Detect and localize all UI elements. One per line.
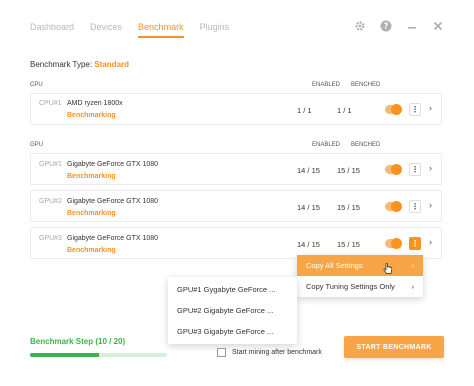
menu-item-label: Copy All Settings <box>306 261 363 270</box>
tab-devices[interactable]: Devices <box>90 22 122 38</box>
start-mining-checkbox[interactable] <box>217 348 226 357</box>
toggle-knob <box>391 201 402 212</box>
menu-item-copy-tuning-settings[interactable]: Copy Tuning Settings Only › <box>297 276 423 297</box>
top-nav: Dashboard Devices Benchmark Plugins <box>30 22 229 38</box>
window-controls: ? <box>354 20 444 32</box>
submenu-item-gpu1[interactable]: GPU#1 Gygabyte GeForce ... <box>168 279 297 300</box>
device-benched-count: 1 / 1 <box>337 106 352 115</box>
toggle-knob <box>391 104 402 115</box>
progress-fill <box>30 353 99 357</box>
device-enabled-count: 14 / 15 <box>297 166 320 175</box>
device-id: CPU#1 <box>39 100 62 107</box>
device-enabled-count: 14 / 15 <box>297 240 320 249</box>
menu-item-label: Copy Tuning Settings Only <box>306 282 395 291</box>
copy-target-submenu: GPU#1 Gygabyte GeForce ... GPU#2 Gigabyt… <box>168 277 297 344</box>
gpu-section-header: GPU ENABLED BENCHED <box>30 142 442 148</box>
device-enabled-count: 14 / 15 <box>297 203 320 212</box>
device-enabled-count: 1 / 1 <box>297 106 312 115</box>
device-name: Gigabyte GeForce GTX 1080 <box>67 235 159 242</box>
start-mining-label: Start mining after benchmark <box>232 349 322 356</box>
toggle-knob <box>391 164 402 175</box>
gpu-header-enabled: ENABLED <box>312 142 341 148</box>
gear-icon[interactable] <box>354 20 366 32</box>
device-row-gpu1: GPU#1 Gigabyte GeForce GTX 1080 Benchmar… <box>30 153 442 185</box>
submenu-item-gpu2[interactable]: GPU#2 Gigabyte GeForce ... <box>168 300 297 321</box>
benchmark-type-value[interactable]: Standard <box>94 60 129 69</box>
device-context-menu: Copy All Settings › Copy Tuning Settings… <box>297 255 423 297</box>
device-row-gpu2: GPU#2 Gigabyte GeForce GTX 1080 Benchmar… <box>30 190 442 222</box>
chevron-right-icon: › <box>411 261 415 270</box>
device-id: GPU#2 <box>39 198 62 205</box>
device-benched-count: 15 / 15 <box>337 240 360 249</box>
device-row-cpu1: CPU#1 AMD ryzen 1800x Benchmarking 1 / 1… <box>30 93 442 125</box>
toggle-knob <box>391 238 402 249</box>
svg-text:?: ? <box>384 22 389 31</box>
device-id: GPU#1 <box>39 161 62 168</box>
submenu-item-gpu3[interactable]: GPU#3 Gigabyte GeForce ... <box>168 321 297 342</box>
kebab-menu-icon[interactable]: ⋮ <box>409 163 421 176</box>
device-name: Gigabyte GeForce GTX 1080 <box>67 198 159 205</box>
device-status: Benchmarking <box>67 210 116 217</box>
kebab-menu-icon[interactable]: ⋮ <box>409 200 421 213</box>
hand-cursor-icon <box>383 263 393 275</box>
device-name: AMD ryzen 1800x <box>67 100 123 107</box>
start-benchmark-button[interactable]: START BENCHMARK <box>344 336 444 358</box>
tab-dashboard[interactable]: Dashboard <box>30 22 74 38</box>
device-status: Benchmarking <box>67 247 116 254</box>
chevron-right-icon[interactable]: › <box>429 200 432 210</box>
cpu-section-header: CPU ENABLED BENCHED <box>30 82 442 88</box>
tab-benchmark[interactable]: Benchmark <box>138 22 184 38</box>
cpu-header-enabled: ENABLED <box>312 82 341 88</box>
close-icon[interactable] <box>432 20 444 32</box>
benchmark-type: Benchmark Type: Standard <box>30 60 129 69</box>
device-name: Gigabyte GeForce GTX 1080 <box>67 161 159 168</box>
benchmark-type-label: Benchmark Type: <box>30 60 93 69</box>
minimize-icon[interactable] <box>406 20 418 32</box>
kebab-menu-icon[interactable]: ⋮ <box>409 237 421 250</box>
device-toggle[interactable] <box>385 164 402 175</box>
gpu-header-benched: BENCHED <box>351 142 381 148</box>
device-toggle[interactable] <box>385 238 402 249</box>
benchmark-progress-bar <box>30 353 167 357</box>
device-status: Benchmarking <box>67 112 116 119</box>
benchmark-step-label: Benchmark Step (10 / 20) <box>30 337 126 346</box>
menu-item-copy-all-settings[interactable]: Copy All Settings › <box>297 255 423 276</box>
chevron-right-icon[interactable]: › <box>429 237 432 247</box>
tab-plugins[interactable]: Plugins <box>200 22 230 38</box>
chevron-right-icon: › <box>411 282 415 291</box>
kebab-menu-icon[interactable]: ⋮ <box>409 103 421 116</box>
cpu-header-benched: BENCHED <box>351 82 381 88</box>
device-status: Benchmarking <box>67 173 116 180</box>
start-mining-option: Start mining after benchmark <box>217 348 322 357</box>
device-toggle[interactable] <box>385 201 402 212</box>
help-icon[interactable]: ? <box>380 20 392 32</box>
device-id: GPU#3 <box>39 235 62 242</box>
device-benched-count: 15 / 15 <box>337 166 360 175</box>
device-toggle[interactable] <box>385 104 402 115</box>
chevron-right-icon[interactable]: › <box>429 163 432 173</box>
device-benched-count: 15 / 15 <box>337 203 360 212</box>
chevron-right-icon[interactable]: › <box>429 103 432 113</box>
